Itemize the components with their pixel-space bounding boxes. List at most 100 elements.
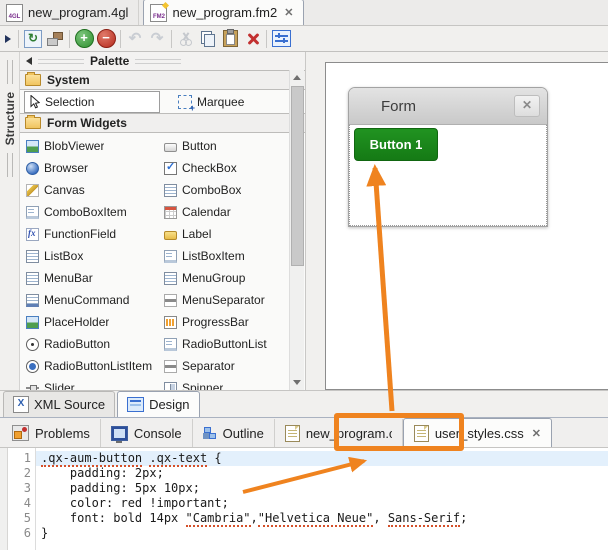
palette-item-placeholder[interactable]: PlaceHolder bbox=[26, 311, 164, 333]
code-line[interactable]: font: bold 14px "Cambria","Helvetica Neu… bbox=[36, 511, 608, 527]
toolbar-separator bbox=[120, 29, 121, 48]
palette-item-label: ListBox bbox=[44, 249, 84, 263]
palette-panel: Palette System Selection + Marquee Form … bbox=[20, 52, 306, 390]
palette-item-functionfield[interactable]: FunctionField bbox=[26, 223, 164, 245]
section-form-widgets[interactable]: Form Widgets bbox=[20, 113, 305, 133]
palette-item-marquee[interactable]: + Marquee bbox=[162, 92, 301, 113]
decorative-lines bbox=[38, 58, 84, 64]
palette-item-menuseparator[interactable]: MenuSeparator bbox=[164, 289, 287, 311]
tab-problems[interactable]: Problems bbox=[2, 419, 101, 447]
collapse-palette-icon[interactable] bbox=[26, 57, 32, 65]
palette-item-listbox[interactable]: ListBox bbox=[26, 245, 164, 267]
palette-item-combobox[interactable]: ComboBox bbox=[164, 179, 287, 201]
redo-button[interactable]: ↷ bbox=[146, 28, 168, 50]
palette-item-comboboxitem[interactable]: ComboBoxItem bbox=[26, 201, 164, 223]
form-window[interactable]: Form ✕ Button 1 bbox=[348, 87, 548, 227]
image-icon bbox=[26, 315, 39, 329]
palette-item-canvas[interactable]: Canvas bbox=[26, 179, 164, 201]
palette-item-label: ComboBox bbox=[182, 183, 242, 197]
form-title-bar[interactable]: Form ✕ bbox=[349, 88, 547, 125]
palette-item-label: ListBoxItem bbox=[182, 249, 245, 263]
tab-structure[interactable]: Structure bbox=[3, 92, 17, 145]
tab-new-program-fm2[interactable]: FM2 new_program.fm2 ✕ bbox=[143, 0, 305, 25]
css-code-editor[interactable]: 123456 .qx-aum-button .qx-text { padding… bbox=[0, 448, 608, 550]
palette-item-spinner[interactable]: Spinner bbox=[164, 377, 287, 390]
copy-button[interactable] bbox=[197, 28, 219, 50]
form-settings-button[interactable] bbox=[270, 28, 292, 50]
scrollbar-thumb[interactable] bbox=[291, 86, 304, 266]
line-number: 1 bbox=[23, 451, 31, 465]
layout-resize-button[interactable] bbox=[44, 28, 66, 50]
palette-item-slider[interactable]: Slider bbox=[26, 377, 164, 390]
palette-item-selection[interactable]: Selection bbox=[24, 90, 160, 113]
palette-header: Palette bbox=[20, 52, 305, 70]
tab-user-styles-css[interactable]: user_styles.css ✕ bbox=[402, 418, 552, 447]
button-icon bbox=[164, 142, 177, 152]
palette-item-separator[interactable]: Separator bbox=[164, 355, 287, 377]
form-body[interactable]: Button 1 bbox=[349, 125, 547, 226]
palette-item-menubar[interactable]: MenuBar bbox=[26, 267, 164, 289]
palette-item-browser[interactable]: Browser bbox=[26, 157, 164, 179]
system-items-row: Selection + Marquee bbox=[20, 90, 305, 113]
4gl-file-icon: 4GL bbox=[6, 3, 23, 22]
palette-item-button[interactable]: Button bbox=[164, 135, 287, 157]
delete-button[interactable] bbox=[241, 28, 263, 50]
tab-design[interactable]: Design bbox=[117, 391, 200, 417]
designed-button[interactable]: Button 1 bbox=[354, 128, 438, 161]
design-canvas[interactable]: Form ✕ Button 1 bbox=[325, 62, 608, 390]
tab-console[interactable]: Console bbox=[101, 419, 193, 447]
cut-button[interactable] bbox=[175, 28, 197, 50]
code-lines[interactable]: .qx-aum-button .qx-text { padding: 2px; … bbox=[36, 448, 608, 550]
css-file-icon bbox=[284, 424, 300, 442]
collapse-arrow-icon[interactable] bbox=[5, 34, 11, 43]
palette-item-listboxitem[interactable]: ListBoxItem bbox=[164, 245, 287, 267]
remove-button[interactable]: − bbox=[95, 28, 117, 50]
tab-new-program-4gl[interactable]: 4GL new_program.4gl bbox=[0, 0, 140, 25]
code-line[interactable]: padding: 2px; bbox=[36, 466, 608, 481]
close-tab-icon[interactable]: ✕ bbox=[530, 427, 541, 440]
form-widgets-grid: BlobViewer Button Browser CheckBox Canvas Com… bbox=[20, 133, 305, 390]
tab-outline[interactable]: Outline bbox=[193, 419, 275, 447]
lines-icon bbox=[26, 249, 39, 263]
palette-item-radiobuttonlistitem[interactable]: RadioButtonListItem bbox=[26, 355, 164, 377]
palette-item-radiobuttonlist[interactable]: RadioButtonList bbox=[164, 333, 287, 355]
combo-icon bbox=[164, 183, 177, 197]
palette-item-calendar[interactable]: Calendar bbox=[164, 201, 287, 223]
separator-icon bbox=[164, 293, 177, 307]
css-file-icon bbox=[413, 424, 429, 442]
paste-button[interactable] bbox=[219, 28, 241, 50]
panel-grip[interactable] bbox=[6, 60, 13, 84]
refresh-button[interactable]: ↻ bbox=[22, 28, 44, 50]
palette-item-menucommand[interactable]: MenuCommand bbox=[26, 289, 164, 311]
xml-source-icon bbox=[13, 396, 29, 413]
redo-icon: ↷ bbox=[150, 29, 164, 47]
panel-grip[interactable] bbox=[6, 153, 13, 178]
palette-scrollbar[interactable] bbox=[289, 70, 304, 390]
code-line[interactable]: } bbox=[36, 526, 608, 541]
palette-item-blobviewer[interactable]: BlobViewer bbox=[26, 135, 164, 157]
palette-item-menugroup[interactable]: MenuGroup bbox=[164, 267, 287, 289]
form-close-button[interactable]: ✕ bbox=[514, 95, 540, 117]
undo-button[interactable]: ↶ bbox=[124, 28, 146, 50]
tab-new-program-css[interactable]: new_program.css bbox=[275, 419, 403, 447]
palette-item-checkbox[interactable]: CheckBox bbox=[164, 157, 287, 179]
palette-item-label: Button bbox=[182, 139, 217, 153]
close-tab-icon[interactable]: ✕ bbox=[282, 6, 293, 19]
cut-icon bbox=[179, 31, 193, 46]
checkbox-icon bbox=[164, 161, 177, 175]
palette-item-label: ProgressBar bbox=[182, 315, 249, 329]
scroll-down-icon[interactable] bbox=[293, 380, 301, 385]
section-system[interactable]: System bbox=[20, 70, 305, 90]
palette-item-label: Spinner bbox=[182, 381, 224, 390]
palette-item-label[interactable]: Label bbox=[164, 223, 287, 245]
add-button[interactable]: + bbox=[73, 28, 95, 50]
code-line[interactable]: .qx-aum-button .qx-text { bbox=[36, 451, 608, 467]
palette-item-radiobutton[interactable]: RadioButton bbox=[26, 333, 164, 355]
palette-item-label: RadioButtonList bbox=[182, 337, 267, 351]
palette-item-progressbar[interactable]: ProgressBar bbox=[164, 311, 287, 333]
toolbar-separator bbox=[69, 29, 70, 48]
code-line[interactable]: color: red !important; bbox=[36, 496, 608, 511]
code-line[interactable]: padding: 5px 10px; bbox=[36, 481, 608, 496]
tab-xml-source[interactable]: XML Source bbox=[3, 391, 116, 417]
scroll-up-icon[interactable] bbox=[293, 75, 301, 80]
